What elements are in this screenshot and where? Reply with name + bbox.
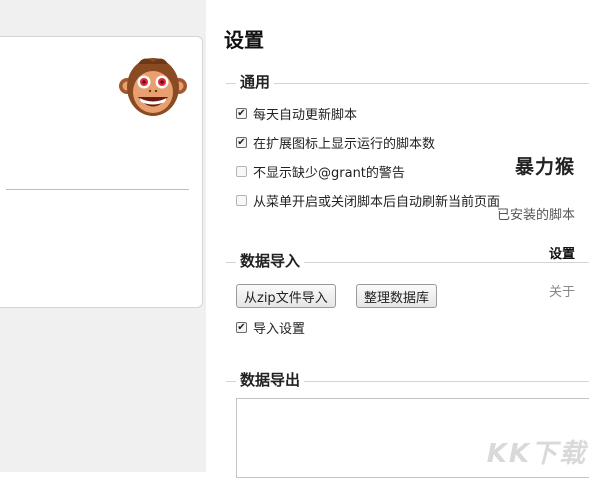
export-section: 数据导出 [226,369,589,390]
general-section-label: 通用 [236,71,275,92]
option-import-settings[interactable]: ✔ 导入设置 [236,318,305,337]
general-section: 通用 [226,71,589,92]
import-settings-label: 导入设置 [253,322,306,337]
option-ignore-grant[interactable]: 不显示缺少@grant的警告 [236,162,405,181]
auto-reload-checkbox[interactable] [236,195,247,206]
import-section-label: 数据导入 [236,250,305,271]
import-settings-checkbox[interactable]: ✔ [236,322,247,333]
import-section: 数据导入 [226,250,589,271]
ignore-grant-label: 不显示缺少@grant的警告 [253,166,405,181]
show-badge-label: 在扩展图标上显示运行的脚本数 [253,137,436,152]
sidebar-item-about[interactable]: 关于 [549,281,575,300]
sidebar-divider [6,189,189,190]
violentmonkey-logo-icon [119,58,187,116]
page-title: 设置 [224,28,264,52]
import-zip-button[interactable]: 从zip文件导入 [236,284,336,308]
auto-reload-label: 从菜单开启或关闭脚本后自动刷新当前页面 [253,195,501,210]
brand-name: 暴力猴 [514,156,575,178]
vacuum-database-button[interactable]: 整理数据库 [356,284,438,308]
sidebar-item-settings[interactable]: 设置 [549,243,575,262]
option-show-badge[interactable]: ✔ 在扩展图标上显示运行的脚本数 [236,133,435,152]
option-auto-update[interactable]: ✔ 每天自动更新脚本 [236,104,357,123]
watermark: KK下载 [486,439,587,469]
export-section-label: 数据导出 [236,369,305,390]
ignore-grant-checkbox[interactable] [236,166,247,177]
auto-update-checkbox[interactable]: ✔ [236,108,247,119]
auto-update-label: 每天自动更新脚本 [253,108,358,123]
sidebar-item-installed-scripts[interactable]: 已安装的脚本 [497,204,575,223]
option-auto-reload[interactable]: 从菜单开启或关闭脚本后自动刷新当前页面 [236,191,500,210]
show-badge-checkbox[interactable]: ✔ [236,137,247,148]
